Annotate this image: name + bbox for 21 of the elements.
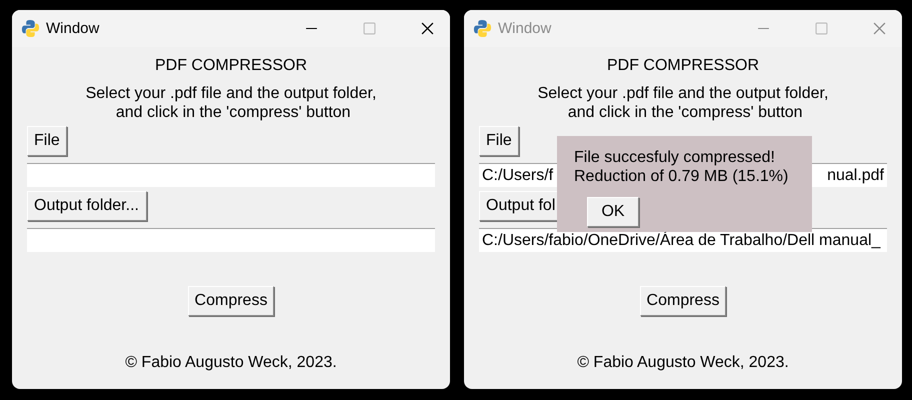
- file-path-field[interactable]: [27, 163, 435, 187]
- output-folder-button[interactable]: Output folder...: [27, 191, 147, 221]
- file-button[interactable]: File: [27, 126, 67, 156]
- maximize-icon[interactable]: [363, 22, 376, 35]
- copyright-text: © Fabio Augusto Weck, 2023.: [576, 354, 790, 372]
- app-heading: PDF COMPRESSOR: [154, 57, 308, 75]
- app-heading: PDF COMPRESSOR: [606, 57, 760, 75]
- instruction-text: and click in the 'compress' button: [566, 103, 803, 122]
- instruction-text: and click in the 'compress' button: [114, 103, 351, 122]
- instruction-text: Select your .pdf file and the output folder,: [538, 84, 828, 103]
- output-path-field[interactable]: [27, 228, 435, 252]
- compress-button[interactable]: Compress: [188, 286, 274, 316]
- message-text: Reduction of 0.79 MB (15.1%): [574, 167, 790, 186]
- instruction-text: Select your .pdf file and the output folder,: [86, 84, 376, 103]
- snake-logo-icon: [473, 19, 492, 38]
- copyright-text: © Fabio Augusto Weck, 2023.: [124, 354, 338, 372]
- window-title: Window: [498, 20, 552, 37]
- message-text: File succesfuly compressed!: [574, 148, 776, 167]
- close-icon[interactable]: [421, 22, 434, 35]
- snake-logo-icon: [21, 19, 40, 38]
- window-title: Window: [46, 20, 100, 37]
